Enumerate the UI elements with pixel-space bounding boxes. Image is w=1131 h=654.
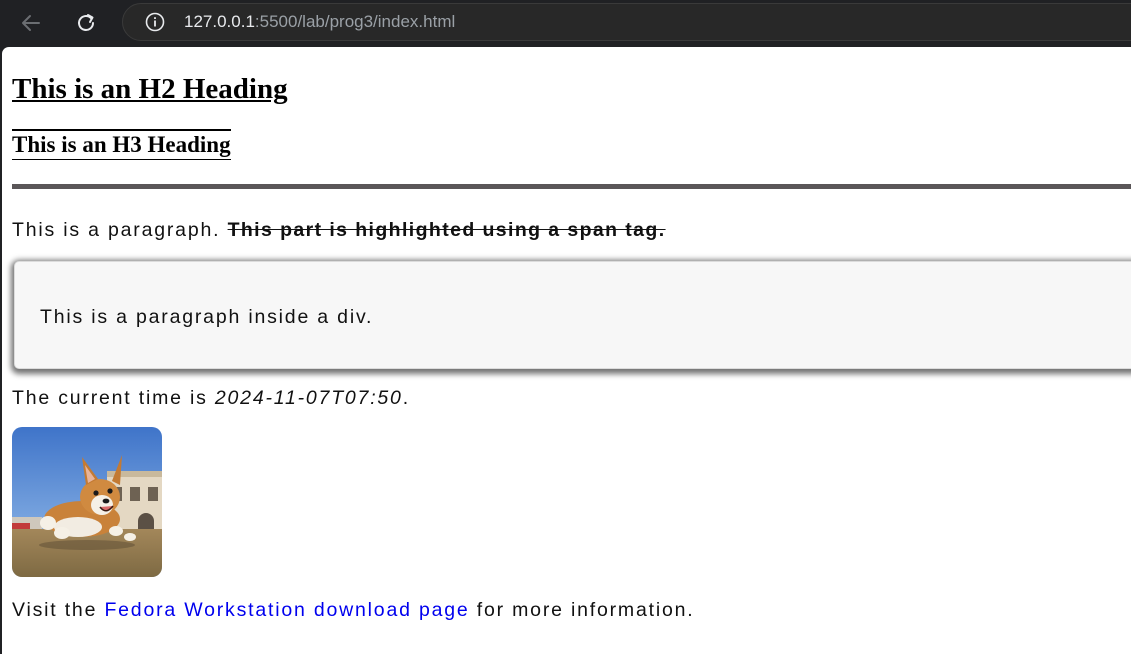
reload-button[interactable] bbox=[70, 7, 102, 39]
corgi-photo bbox=[12, 427, 162, 577]
url-text[interactable]: 127.0.0.1:5500/lab/prog3/index.html bbox=[184, 12, 455, 32]
corgi-image-drawing bbox=[12, 427, 162, 577]
url-host: 127.0.0.1 bbox=[184, 12, 255, 31]
link-prefix: Visit the bbox=[12, 599, 105, 621]
info-icon[interactable] bbox=[145, 12, 165, 32]
horizontal-rule bbox=[12, 184, 1131, 189]
address-bar[interactable]: 127.0.0.1:5500/lab/prog3/index.html bbox=[122, 3, 1131, 41]
browser-toolbar: 127.0.0.1:5500/lab/prog3/index.html bbox=[0, 0, 1131, 46]
time-paragraph: The current time is 2024-11-07T07:50. bbox=[12, 386, 410, 410]
page-viewport: This is an H2 Heading This is an H3 Head… bbox=[2, 47, 1131, 654]
highlighted-span: This part is highlighted using a span ta… bbox=[227, 219, 666, 241]
paragraph: This is a paragraph. This part is highli… bbox=[12, 218, 666, 242]
link-suffix: for more information. bbox=[469, 599, 695, 621]
h3-heading: This is an H3 Heading bbox=[12, 129, 231, 160]
div-paragraph: This is a paragraph inside a div. bbox=[40, 306, 374, 328]
time-prefix: The current time is bbox=[12, 387, 215, 409]
time-value: 2024-11-07T07:50 bbox=[214, 387, 403, 409]
reload-icon bbox=[78, 14, 94, 31]
fedora-download-link[interactable]: Fedora Workstation download page bbox=[104, 599, 469, 621]
paragraph-text: This is a paragraph. bbox=[12, 219, 228, 241]
h2-heading: This is an H2 Heading bbox=[12, 73, 288, 105]
url-path: :5500/lab/prog3/index.html bbox=[254, 12, 456, 31]
back-button[interactable] bbox=[15, 7, 47, 39]
link-paragraph: Visit the Fedora Workstation download pa… bbox=[12, 598, 694, 622]
time-suffix: . bbox=[402, 387, 410, 409]
div-container: This is a paragraph inside a div. bbox=[14, 261, 1131, 369]
arrow-left-icon bbox=[22, 15, 40, 31]
